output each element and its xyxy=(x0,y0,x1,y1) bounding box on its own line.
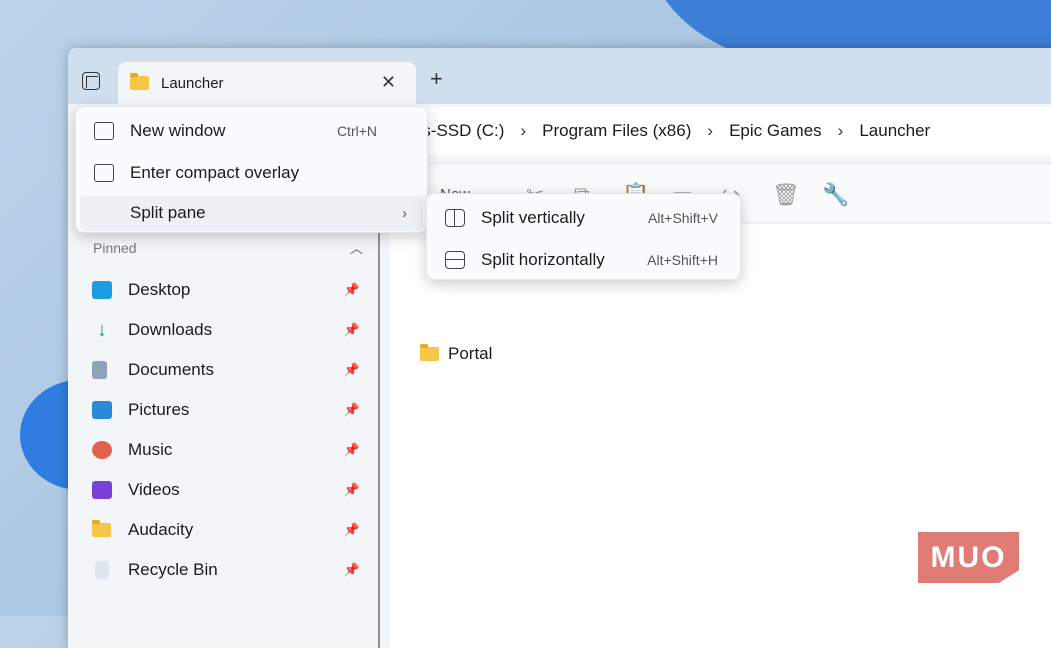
shortcut: Ctrl+N xyxy=(336,123,377,139)
shortcut: Alt+Shift+H xyxy=(647,252,718,268)
compact-overlay-icon xyxy=(94,164,114,182)
pin-icon[interactable]: 📌 xyxy=(344,562,360,578)
address-bar[interactable]: ws-SSD (C:) › Program Files (x86) › Epic G… xyxy=(390,107,1051,155)
pin-icon[interactable]: 📌 xyxy=(344,522,360,538)
download-icon: ↓ xyxy=(97,319,107,341)
label: Enter compact overlay xyxy=(130,163,300,182)
split-pane-submenu: Split vertically Alt+Shift+V Split horizo… xyxy=(426,193,741,280)
videos-icon xyxy=(92,481,112,499)
sidebar-item-audacity[interactable]: Audacity 📌 xyxy=(92,515,372,545)
recycle-bin-icon xyxy=(95,561,109,579)
label: Desktop xyxy=(128,280,191,299)
folder-icon xyxy=(420,344,439,361)
split-horizontal-icon xyxy=(445,251,465,269)
tab-launcher[interactable]: Launcher ✕ xyxy=(118,62,416,104)
title-bar: Launcher ✕ + xyxy=(68,48,1051,104)
label: Documents xyxy=(128,360,214,379)
file-list: Portal xyxy=(390,224,1051,648)
label: New window xyxy=(130,121,226,140)
new-tab-button[interactable]: + xyxy=(430,66,443,92)
sidebar-item-pictures[interactable]: Pictures 📌 xyxy=(92,395,372,425)
navigation-pane: Pinned ︿ Desktop 📌 ↓ Downloads 📌 Documents 📌… xyxy=(68,228,380,648)
menu-item-split-horizontally[interactable]: Split horizontally Alt+Shift+H xyxy=(431,242,736,278)
pinned-header: Pinned xyxy=(93,240,137,256)
folder-icon xyxy=(130,73,149,90)
label: Downloads xyxy=(128,320,213,339)
music-icon xyxy=(92,441,112,459)
label: Pictures xyxy=(128,400,190,419)
pin-icon[interactable]: 📌 xyxy=(344,482,360,498)
documents-icon xyxy=(92,361,107,379)
tab-title: Launcher xyxy=(161,74,224,92)
menu-item-new-window[interactable]: New window Ctrl+N xyxy=(80,113,423,149)
label: Split horizontally xyxy=(481,250,605,269)
sidebar-item-documents[interactable]: Documents 📌 xyxy=(92,355,372,385)
sidebar-item-recycle-bin[interactable]: Recycle Bin 📌 xyxy=(92,555,372,585)
label: Music xyxy=(128,440,173,459)
split-vertical-icon xyxy=(445,209,465,227)
new-window-icon xyxy=(94,122,114,140)
pin-icon[interactable]: 📌 xyxy=(344,402,360,418)
label: Portal xyxy=(448,344,493,363)
menu-item-split-vertically[interactable]: Split vertically Alt+Shift+V xyxy=(431,200,736,236)
label: Videos xyxy=(128,480,180,499)
label: Split pane xyxy=(130,203,206,222)
menu-item-compact-overlay[interactable]: Enter compact overlay xyxy=(80,155,423,191)
label: Split vertically xyxy=(481,208,585,227)
pictures-icon xyxy=(92,401,112,419)
label: Recycle Bin xyxy=(128,560,218,579)
pin-icon[interactable]: 📌 xyxy=(344,442,360,458)
label: Audacity xyxy=(128,520,194,539)
muo-watermark-logo: MUO xyxy=(918,532,1019,583)
sidebar-item-music[interactable]: Music 📌 xyxy=(92,435,372,465)
desktop-icon xyxy=(92,281,112,299)
pin-icon[interactable]: 📌 xyxy=(344,322,360,338)
properties-icon[interactable]: 🔧 xyxy=(822,182,849,208)
sidebar-item-downloads[interactable]: ↓ Downloads 📌 xyxy=(92,315,372,345)
sidebar-item-videos[interactable]: Videos 📌 xyxy=(92,475,372,505)
breadcrumb-program-files[interactable]: Program Files (x86) xyxy=(542,121,691,141)
shortcut: Alt+Shift+V xyxy=(647,210,718,226)
pin-icon[interactable]: 📌 xyxy=(344,362,360,378)
pane-menu-icon[interactable] xyxy=(82,72,100,90)
chevron-right-icon: › xyxy=(402,204,407,222)
sidebar-item-desktop[interactable]: Desktop 📌 xyxy=(92,275,372,305)
close-tab-icon[interactable]: ✕ xyxy=(381,72,396,93)
delete-icon[interactable]: 🗑 xyxy=(772,182,800,208)
pane-context-menu: New window Ctrl+N Enter compact overlay S… xyxy=(75,106,428,233)
pin-icon[interactable]: 📌 xyxy=(344,282,360,298)
folder-icon xyxy=(92,520,111,537)
breadcrumb-launcher[interactable]: Launcher xyxy=(859,121,930,141)
menu-item-split-pane[interactable]: Split pane › xyxy=(80,195,423,231)
list-item-portal[interactable]: Portal xyxy=(420,339,700,369)
collapse-chevron-icon[interactable]: ︿ xyxy=(350,238,363,257)
breadcrumb-epic-games[interactable]: Epic Games xyxy=(729,121,822,141)
